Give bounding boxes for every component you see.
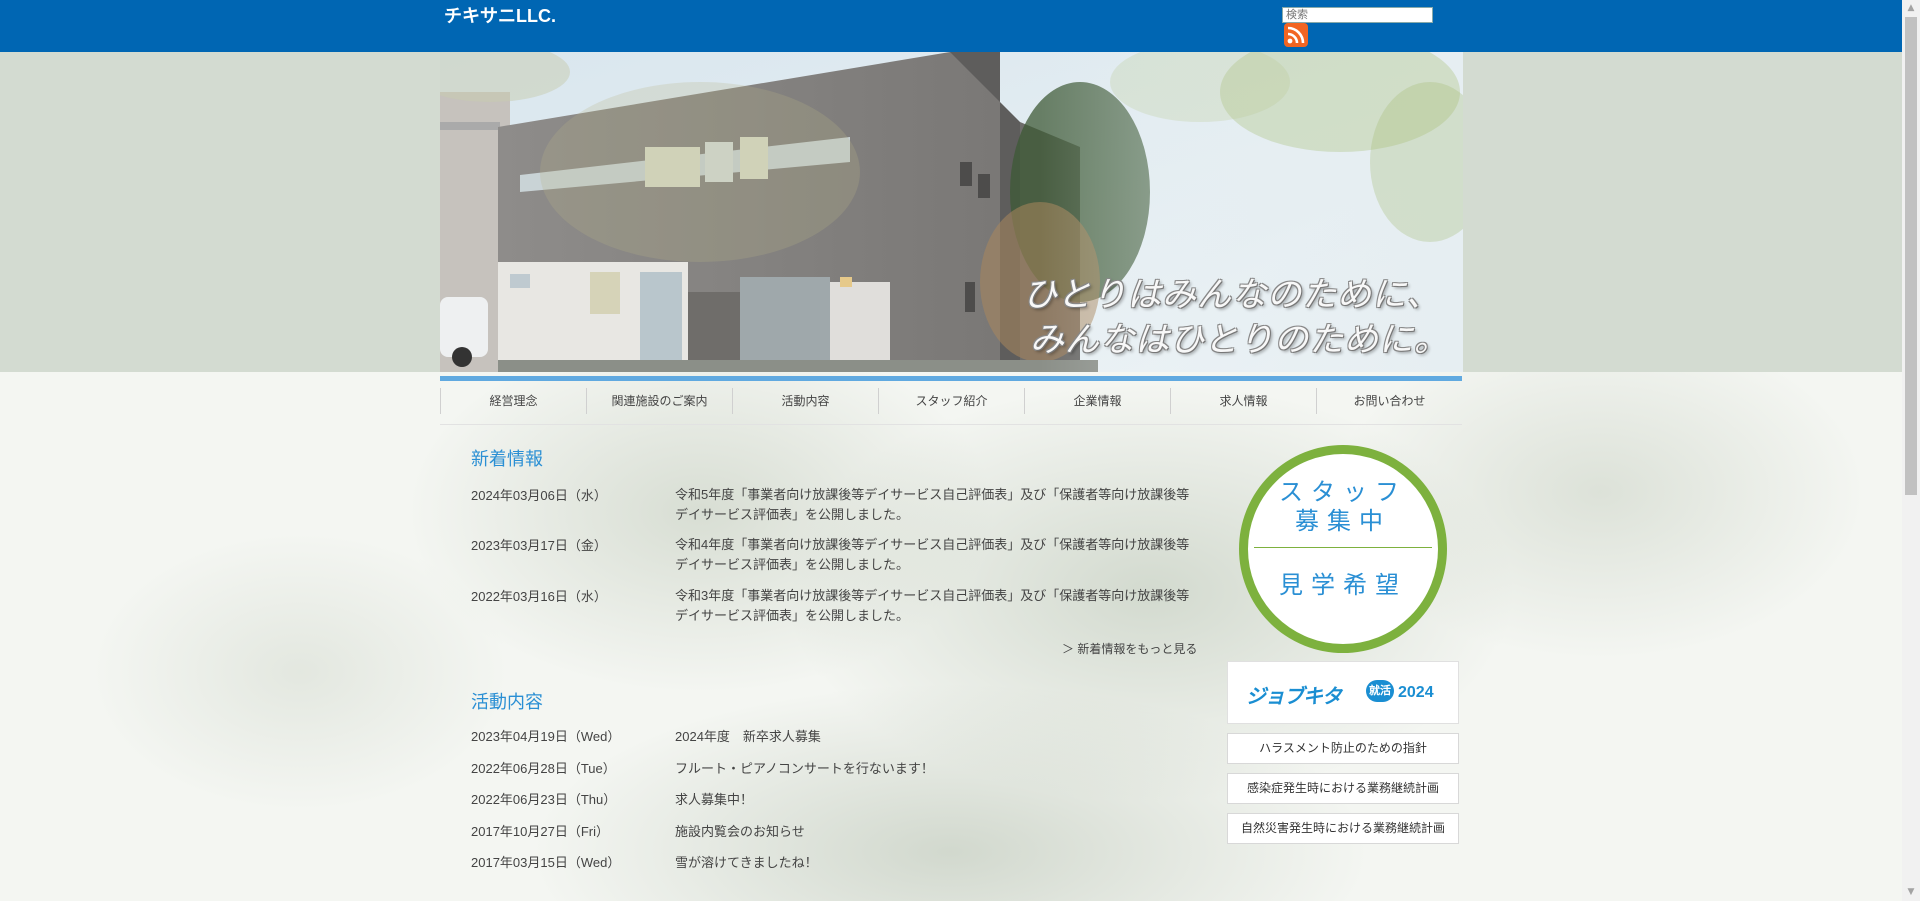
nav-item-company[interactable]: 企業情報 [1024,388,1170,414]
infection-bcp-button[interactable]: 感染症発生時における業務継続計画 [1227,773,1459,804]
news-text[interactable]: 令和4年度「事業者向け放課後等デイサービス自己評価表」及び「保護者等向け放課後等… [675,535,1201,575]
activity-date: 2023年04月19日（Wed） [471,729,621,744]
activities-title: 活動内容 [471,692,543,712]
jobkita-year: 2024 [1398,684,1434,701]
scroll-down-arrow-icon[interactable]: ▼ [1902,884,1920,901]
nav-stripe [440,376,1462,381]
activity-text[interactable]: 求人募集中！ [675,789,753,808]
jobkita-logo: ジョブキタ [1246,684,1342,708]
nav-item-facilities[interactable]: 関連施設のご案内 [586,388,732,414]
news-more-link[interactable]: ＞ 新着情報をもっと見る [1062,640,1197,657]
activity-date: 2022年06月28日（Tue） [471,761,616,776]
badge-divider [1254,547,1432,548]
activity-date: 2017年03月15日（Wed） [471,855,621,870]
staff-recruitment-badge[interactable]: スタッフ 募集中 見学希望 [1239,445,1447,653]
nav-item-staff[interactable]: スタッフ紹介 [878,388,1024,414]
news-text[interactable]: 令和5年度「事業者向け放課後等デイサービス自己評価表」及び「保護者等向け放課後等… [675,485,1201,525]
nav-item-contact[interactable]: お問い合わせ [1316,388,1462,414]
activity-text[interactable]: 雪が溶けてきましたね！ [675,852,818,871]
activity-date: 2017年10月27日（Fri） [471,824,609,839]
activity-text[interactable]: 施設内覧会のお知らせ [675,821,805,840]
shukatsu-badge: 就活 [1366,680,1394,702]
hero-tagline-line1: ひとりはみんなのために、 [1023,275,1441,315]
activity-text[interactable]: フルート・ピアノコンサートを行ないます！ [675,758,934,777]
badge-bottom[interactable]: 見学希望 [1248,565,1438,600]
activity-text[interactable]: 2024年度 新卒求人募集 [675,726,821,745]
site-header: チキサニLLC. [0,0,1902,52]
scroll-up-arrow-icon[interactable]: ▲ [1902,0,1920,17]
news-date: 2024年03月06日（水） [471,488,607,503]
news-date: 2022年03月16日（水） [471,589,607,604]
hero-tagline-line2: みんなはひとりのために。 [1030,320,1449,360]
jobkita-banner[interactable]: ジョブキタ 就活 2024 [1227,661,1459,724]
news-title: 新着情報 [471,449,543,469]
site-logo[interactable]: チキサニLLC. [444,2,556,28]
nav-item-activities[interactable]: 活動内容 [732,388,878,414]
scroll-thumb[interactable] [1905,17,1917,495]
badge-top-line1: スタッフ [1279,478,1407,506]
disaster-bcp-button[interactable]: 自然災害発生時における業務継続計画 [1227,813,1459,844]
tree-background [0,372,1902,901]
search-input[interactable] [1282,7,1433,23]
nav-item-philosophy[interactable]: 経営理念 [440,388,586,414]
nav-item-jobs[interactable]: 求人情報 [1170,388,1316,414]
main-nav: 経営理念 関連施設のご案内 活動内容 スタッフ紹介 企業情報 求人情報 お問い合… [440,388,1462,414]
rss-icon[interactable] [1284,23,1308,47]
hero-image: ひとりはみんなのために、 みんなはひとりのために。 [440,52,1463,372]
badge-top-line2: 募集中 [1295,507,1391,535]
news-date: 2023年03月17日（金） [471,538,607,553]
activity-date: 2022年06月23日（Thu） [471,792,617,807]
harassment-policy-button[interactable]: ハラスメント防止のための指針 [1227,733,1459,764]
news-text[interactable]: 令和3年度「事業者向け放課後等デイサービス自己評価表」及び「保護者等向け放課後等… [675,586,1201,626]
nav-divider [440,424,1462,425]
vertical-scrollbar[interactable]: ▲ ▼ [1902,0,1920,901]
badge-top: スタッフ 募集中 [1248,478,1438,536]
